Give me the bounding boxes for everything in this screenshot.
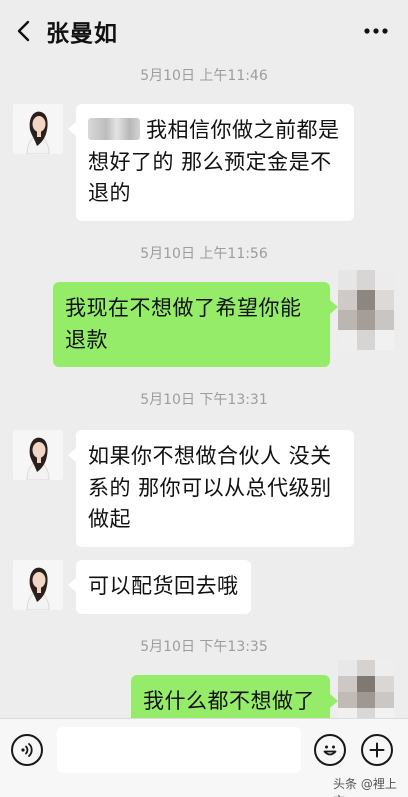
message-bubble-incoming[interactable]: 可以配货回去哦: [76, 560, 251, 614]
voice-icon: [21, 743, 33, 757]
plus-icon: [369, 742, 385, 758]
contact-avatar-image: [13, 104, 63, 154]
message-bubble-incoming[interactable]: 如果你不想做合伙人 没关系的 那你可以从总代级别做起: [76, 430, 354, 547]
contact-avatar-image: [13, 560, 63, 610]
bubble-tail: [68, 122, 76, 136]
bubble-tail: [68, 448, 76, 462]
chat-header: 张曼如: [0, 0, 408, 62]
voice-button[interactable]: [11, 734, 43, 766]
bubble-tail: [68, 578, 76, 592]
message-bubble-outgoing[interactable]: 我现在不想做了希望你能退款: [53, 282, 330, 367]
input-bar: 头条 @裡上言: [0, 718, 408, 797]
contact-avatar[interactable]: [13, 560, 63, 610]
contact-avatar[interactable]: [13, 104, 63, 154]
message-text: 可以配货回去哦: [88, 574, 239, 598]
contact-avatar-image: [13, 430, 63, 480]
emoji-icon: [323, 745, 337, 756]
chevron-left-icon: [17, 20, 30, 42]
emoji-button[interactable]: [314, 734, 346, 766]
timestamp: 5月10日 下午13:35: [140, 639, 268, 655]
more-button[interactable]: [362, 20, 390, 42]
timestamp: 5月10日 上午11:46: [140, 68, 268, 84]
plus-button[interactable]: [361, 734, 393, 766]
bubble-tail: [330, 300, 338, 314]
my-avatar-pixelated[interactable]: [338, 660, 394, 724]
message-bubble-incoming[interactable]: 我相信你做之前都是想好了的 那么预定金是不退的: [76, 104, 354, 221]
my-avatar-pixelated[interactable]: [338, 270, 394, 350]
watermark: 头条 @裡上言: [333, 777, 397, 797]
blurred-text: [88, 118, 140, 140]
message-text: 我现在不想做了希望你能退款: [65, 296, 302, 352]
timestamp: 5月10日 上午11:56: [140, 246, 268, 262]
back-button[interactable]: [10, 17, 38, 45]
message-text: 我什么都不想做了: [143, 689, 315, 713]
more-dots-icon: [364, 28, 388, 34]
message-input[interactable]: [57, 727, 301, 773]
chat-title: 张曼如: [46, 21, 118, 47]
bubble-tail: [330, 694, 338, 708]
contact-avatar[interactable]: [13, 430, 63, 480]
timestamp: 5月10日 下午13:31: [140, 392, 268, 408]
message-text: 如果你不想做合伙人 没关系的 那你可以从总代级别做起: [88, 444, 332, 531]
